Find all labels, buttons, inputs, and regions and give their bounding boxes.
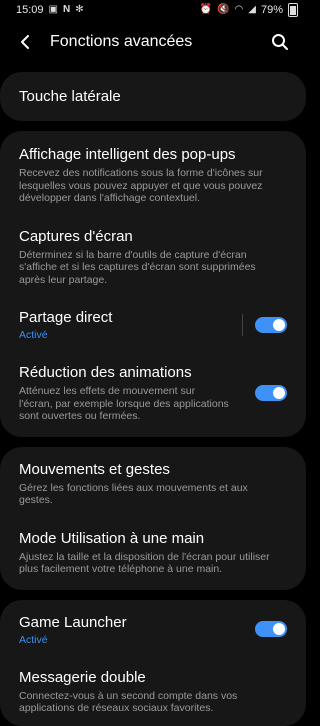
smart-popup-item[interactable]: Affichage intelligent des pop-ups Receve… [0, 131, 306, 216]
motions-title: Mouvements et gestes [19, 460, 170, 478]
card-motions: Mouvements et gestes Gérez les fonctions… [0, 446, 306, 590]
battery-percent: 79% [260, 4, 283, 16]
screenshots-title: Captures d'écran [19, 227, 133, 245]
reduce-animations-title: Réduction des animations [19, 364, 192, 381]
alarm-icon: ⏰ [199, 4, 213, 15]
game-launcher-title: Game Launcher [19, 613, 127, 631]
page-title: Fonctions avancées [50, 33, 193, 50]
signal-icon: ◢ [248, 4, 256, 15]
reduce-animations-desc: Atténuez les effets de mouvement sur l'é… [19, 385, 229, 422]
dual-messenger-desc: Connectez-vous à un second compte dans v… [19, 689, 238, 715]
status-bar: 15:09 ▣ N ✻ ⏰ 🔇 ◠ ◢ 79% [0, 0, 306, 20]
search-icon [272, 34, 288, 50]
one-hand-desc: Ajustez la taille et la disposition de l… [19, 550, 270, 576]
one-hand-title: Mode Utilisation à une main [19, 529, 205, 547]
search-button[interactable] [268, 30, 292, 54]
wifi-icon: ◠ [234, 4, 244, 15]
gallery-icon: ▣ [48, 4, 58, 15]
direct-share-status: Activé [19, 329, 48, 341]
settings-notification-icon: ✻ [75, 4, 84, 15]
game-launcher-toggle[interactable] [255, 621, 287, 637]
side-key-item[interactable]: Touche latérale [0, 72, 306, 121]
screenshots-item[interactable]: Captures d'écran Déterminez si la barre … [0, 216, 306, 298]
motions-desc: Gérez les fonctions liées aux mouvements… [19, 481, 248, 507]
reduce-animations-item[interactable]: Réduction des animations Atténuez les ef… [0, 352, 306, 437]
motions-item[interactable]: Mouvements et gestes Gérez les fonctions… [0, 447, 306, 518]
card-games: Game Launcher Activé Messagerie double C… [0, 599, 306, 726]
card-side-key: Touche latérale [0, 72, 306, 121]
status-time: 15:09 [16, 4, 44, 16]
netflix-icon: N [62, 4, 71, 15]
side-key-title: Touche latérale [19, 88, 121, 105]
game-launcher-status: Activé [19, 633, 48, 646]
direct-share-title: Partage direct [19, 309, 113, 326]
back-button[interactable] [14, 31, 36, 53]
screenshots-desc: Déterminez si la barre d'outils de captu… [19, 248, 256, 286]
dual-messenger-item[interactable]: Messagerie double Connectez-vous à un se… [0, 657, 306, 726]
card-display-features: Affichage intelligent des pop-ups Receve… [0, 131, 306, 437]
divider [242, 313, 243, 336]
smart-popup-desc: Recevez des notifications sous la forme … [19, 167, 263, 204]
dual-messenger-title: Messagerie double [19, 668, 146, 686]
direct-share-item[interactable]: Partage direct Activé [0, 297, 306, 352]
game-launcher-item[interactable]: Game Launcher Activé [0, 600, 306, 657]
smart-popup-title: Affichage intelligent des pop-ups [19, 146, 236, 163]
direct-share-toggle[interactable] [255, 316, 287, 333]
one-hand-item[interactable]: Mode Utilisation à une main Ajustez la t… [0, 518, 306, 590]
mute-icon: 🔇 [217, 4, 230, 15]
reduce-animations-toggle[interactable] [255, 384, 287, 401]
app-bar: Fonctions avancées [0, 20, 306, 64]
back-arrow-icon [21, 35, 29, 49]
battery-icon [288, 3, 298, 17]
